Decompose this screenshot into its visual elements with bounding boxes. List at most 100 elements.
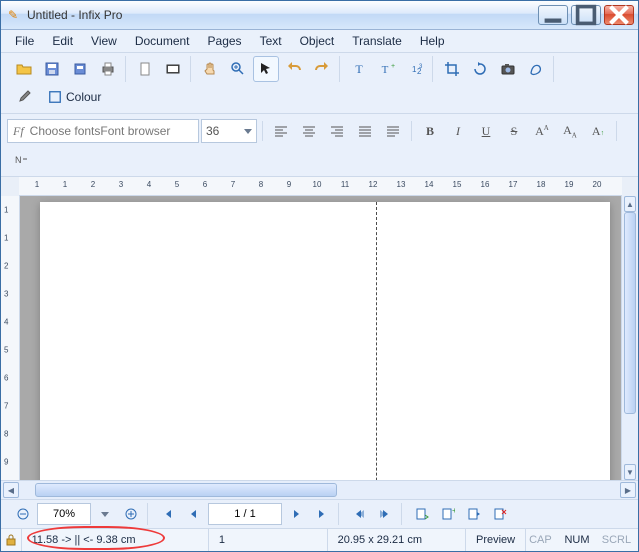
align-center-button[interactable] [296,118,322,144]
font-combo[interactable]: Ff Choose fontsFont browser [7,119,199,143]
page-add-button[interactable]: + [436,503,460,525]
zoom-tool-button[interactable] [225,56,251,82]
status-position: 11.58 -> || <- 9.38 cm [22,529,209,551]
history-back-button[interactable] [347,503,371,525]
ruler-horizontal[interactable]: 11234567891011121314151617181920 [19,177,622,196]
zoom-dropdown-button[interactable] [93,503,117,525]
svg-text:N: N [15,155,22,165]
scroll-left-button[interactable]: ◀ [3,482,19,498]
hyphenation-button[interactable]: N [7,146,33,172]
align-full-button[interactable] [380,118,406,144]
menu-pages[interactable]: Pages [200,32,250,50]
history-forward-button[interactable] [373,503,397,525]
scroll-right-button[interactable]: ▶ [620,482,636,498]
svg-text:3: 3 [419,64,423,70]
menu-object[interactable]: Object [292,32,343,50]
font-placeholder: Choose fontsFont browser [30,124,193,138]
scrollbar-horizontal[interactable]: ◀ ▶ [1,480,638,499]
statusbar: 11.58 -> || <- 9.38 cm 1 20.95 x 29.21 c… [1,528,638,551]
page-landscape-button[interactable] [160,56,186,82]
lock-icon[interactable] [1,529,22,551]
underline-button[interactable]: U [473,118,499,144]
align-right-button[interactable] [324,118,350,144]
close-button[interactable] [604,5,634,25]
status-num: NUM [561,529,598,551]
menu-text[interactable]: Text [252,32,290,50]
colour-label: Colour [66,90,101,104]
menu-edit[interactable]: Edit [44,32,81,50]
save-copy-button[interactable] [67,56,93,82]
status-cap: CAP [526,529,561,551]
ruler-vertical[interactable]: 1123456789101112 [1,196,20,480]
page-next-button[interactable] [462,503,486,525]
zoom-field[interactable]: 70% [37,503,91,525]
page-value: 1 / 1 [234,508,255,520]
subscript-button[interactable]: AA [557,118,583,144]
app-window: ✎ Untitled - Infix Pro File Edit View Do… [0,0,639,552]
menu-file[interactable]: File [7,32,42,50]
bold-button[interactable]: B [417,118,443,144]
hand-tool-button[interactable] [197,56,223,82]
save-button[interactable] [39,56,65,82]
undo-button[interactable] [281,56,307,82]
maximize-button[interactable] [571,5,601,25]
navbar: 70% 1 / 1 + [1,499,638,528]
first-page-button[interactable] [156,503,180,525]
scroll-down-button[interactable]: ▼ [624,464,636,480]
next-page-button[interactable] [284,503,308,525]
eyedropper-button[interactable] [11,84,37,110]
page[interactable] [40,202,610,480]
workarea: 1123456789101112 ▲ ▼ [1,196,638,480]
status-page-size: 20.95 x 29.21 cm [328,529,466,551]
menu-document[interactable]: Document [127,32,198,50]
reflow-button[interactable] [410,503,434,525]
strike-button[interactable]: S [501,118,527,144]
text-tool-button[interactable]: T [346,56,372,82]
align-justify-button[interactable] [352,118,378,144]
window-title: Untitled - Infix Pro [27,8,538,22]
shape-tool-button[interactable] [523,56,549,82]
svg-text:+: + [391,63,395,70]
camera-tool-button[interactable] [495,56,521,82]
scroll-thumb-h[interactable] [35,483,337,497]
page-portrait-button[interactable] [132,56,158,82]
chevron-down-icon [244,129,252,134]
menu-translate[interactable]: Translate [344,32,410,50]
status-preview[interactable]: Preview [466,529,526,551]
text-plus-button[interactable]: T+ [374,56,400,82]
print-button[interactable] [95,56,121,82]
crop-tool-button[interactable] [439,56,465,82]
page-delete-button[interactable] [488,503,512,525]
align-left-button[interactable] [268,118,294,144]
page-field[interactable]: 1 / 1 [208,503,282,525]
menu-view[interactable]: View [83,32,125,50]
scroll-up-button[interactable]: ▲ [624,196,636,212]
toolbar-main: T T+ 123 Colour [1,53,638,114]
superscript-button[interactable]: AA [529,118,555,144]
svg-text:T: T [355,62,363,76]
app-icon: ✎ [5,7,21,23]
text-linked-button[interactable]: 123 [402,56,428,82]
colour-button[interactable]: Colour [39,84,110,110]
font-size-value: 36 [206,124,219,138]
chevron-down-icon [101,512,109,517]
last-page-button[interactable] [310,503,334,525]
open-button[interactable] [11,56,37,82]
canvas[interactable] [20,196,621,480]
pointer-tool-button[interactable] [253,56,279,82]
menu-help[interactable]: Help [412,32,453,50]
font-size-combo[interactable]: 36 [201,119,257,143]
toolbar-format: Ff Choose fontsFont browser 36 B I U S A… [1,114,638,177]
scroll-thumb-v[interactable] [624,212,636,414]
zoom-in-button[interactable] [119,503,143,525]
prev-page-button[interactable] [182,503,206,525]
status-scrl: SCRL [599,529,638,551]
zoom-out-button[interactable] [11,503,35,525]
font-size-up-button[interactable]: A↑ [585,118,611,144]
scrollbar-vertical[interactable]: ▲ ▼ [621,196,638,480]
rotate-tool-button[interactable] [467,56,493,82]
minimize-button[interactable] [538,5,568,25]
redo-button[interactable] [309,56,335,82]
vertical-guide[interactable] [376,202,377,480]
italic-button[interactable]: I [445,118,471,144]
